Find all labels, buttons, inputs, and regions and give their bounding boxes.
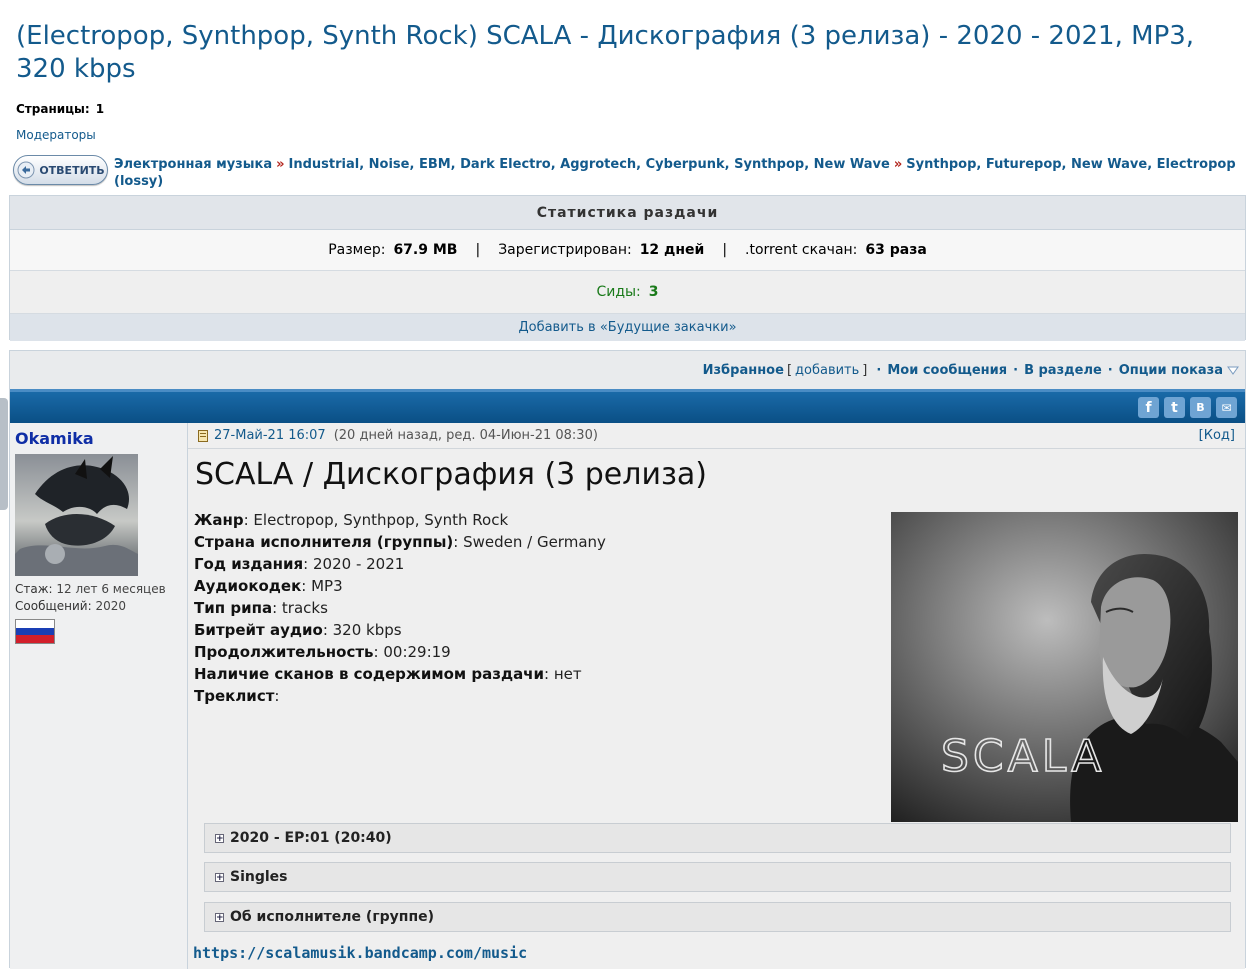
nav-dot: · <box>1107 362 1113 378</box>
my-messages-link[interactable]: Мои сообщения <box>887 363 1007 378</box>
author-username[interactable]: Okamika <box>15 429 94 448</box>
prop-codec: Аудиокодек: MP3 <box>194 577 343 595</box>
spoiler-label: Об исполнителе (группе) <box>230 909 435 925</box>
nav-dot: · <box>1013 362 1019 378</box>
reply-arrow-icon <box>17 161 35 179</box>
downloaded-value: 63 раза <box>865 242 927 258</box>
prop-scans: Наличие сканов в содержимом раздачи: нет <box>194 665 582 683</box>
seeds-value: 3 <box>648 284 659 300</box>
prop-bitrate: Битрейт аудио: 320 kbps <box>194 621 402 639</box>
add-favorite-link[interactable]: добавить <box>795 363 859 378</box>
cover-logo: SCALA <box>940 730 1105 783</box>
release-title: SCALA / Дискография (3 релиза) <box>195 457 707 492</box>
post-date-link[interactable]: 27-Май-21 16:07 <box>214 428 326 443</box>
breadcrumb-separator: » <box>893 157 903 172</box>
pages-indicator: Страницы: 1 <box>16 102 104 116</box>
spoiler-label: Singles <box>230 869 288 885</box>
album-cover-image[interactable]: SCALA <box>891 512 1238 822</box>
page-number[interactable]: 1 <box>96 102 104 116</box>
prop-duration: Продолжительность: 00:29:19 <box>194 643 451 661</box>
post-meta-row: 27-Май-21 16:07 (20 дней назад, ред. 04-… <box>188 423 1245 449</box>
bandcamp-link[interactable]: https://scalamusik.bandcamp.com/music <box>193 944 527 962</box>
stats-divider: | <box>475 242 481 258</box>
post-author-column: Okamika Стаж: 12 лет 6 месяцев Сообщений… <box>10 423 188 969</box>
registered-value: 12 дней <box>639 242 705 258</box>
country-flag-icon <box>15 619 55 644</box>
prop-year: Год издания: 2020 - 2021 <box>194 555 405 573</box>
future-downloads-row: Добавить в «Будущие закачки» <box>10 314 1245 341</box>
view-options-link[interactable]: Опции показа <box>1119 363 1223 378</box>
stats-summary-row: Размер: 67.9 MB | Зарегистрирован: 12 дн… <box>10 230 1245 271</box>
mail-icon[interactable]: ✉ <box>1216 397 1237 418</box>
facebook-icon[interactable]: f <box>1138 397 1159 418</box>
post-toolbar: Избранное [ добавить ] · Мои сообщения ·… <box>10 351 1245 389</box>
tenure-value: 12 лет 6 месяцев <box>56 582 166 596</box>
nav-dot: · <box>876 362 882 378</box>
stats-divider: | <box>722 242 728 258</box>
breadcrumb-item-industrial[interactable]: Industrial, Noise, EBM, Dark Electro, Ag… <box>289 157 890 172</box>
spoiler-ep01[interactable]: + 2020 - EP:01 (20:40) <box>204 823 1231 853</box>
torrent-stats-panel: Статистика раздачи Размер: 67.9 MB | Зар… <box>9 195 1246 341</box>
stats-header: Статистика раздачи <box>10 196 1245 230</box>
registered-label: Зарегистрирован: <box>498 242 632 258</box>
in-section-link[interactable]: В разделе <box>1024 363 1102 378</box>
vk-icon[interactable]: B <box>1190 397 1211 418</box>
prop-tracklist: Треклист: <box>194 687 280 705</box>
prop-rip-type: Тип рипа: tracks <box>194 599 328 617</box>
posts-label: Сообщений: <box>15 599 92 613</box>
seeds-row: Сиды: 3 <box>10 271 1245 314</box>
left-scroll-handle[interactable] <box>0 398 8 510</box>
seeds-label: Сиды: <box>596 284 641 300</box>
moderators-link[interactable]: Модераторы <box>16 128 96 142</box>
expand-plus-icon: + <box>215 912 224 923</box>
author-avatar[interactable] <box>15 454 138 576</box>
chevron-down-icon[interactable] <box>1227 365 1239 375</box>
tenure-label: Стаж: <box>15 582 53 596</box>
reply-button[interactable]: ОТВЕТИТЬ <box>13 155 108 185</box>
topic-title[interactable]: (Electropop, Synthpop, Synth Rock) SCALA… <box>16 20 1242 86</box>
author-posts: Сообщений: 2020 <box>15 599 126 613</box>
breadcrumb-separator: » <box>276 157 285 172</box>
bracket-open: [ <box>786 362 793 378</box>
favorites-link[interactable]: Избранное <box>703 363 784 378</box>
size-value: 67.9 MB <box>393 242 458 258</box>
spoiler-singles[interactable]: + Singles <box>204 862 1231 892</box>
share-buttons: f t B ✉ <box>1133 397 1237 418</box>
downloaded-label: .torrent скачан: <box>745 242 858 258</box>
reply-label: ОТВЕТИТЬ <box>39 163 105 177</box>
bracket-close: ] <box>862 362 868 378</box>
spoiler-about-artist[interactable]: + Об исполнителе (группе) <box>204 902 1231 932</box>
release-properties: Жанр: Electropop, Synthpop, Synth Rock С… <box>194 509 606 707</box>
prop-genre: Жанр: Electropop, Synthpop, Synth Rock <box>194 511 509 529</box>
spoiler-label: 2020 - EP:01 (20:40) <box>230 830 392 846</box>
size-label: Размер: <box>328 242 386 258</box>
twitter-icon[interactable]: t <box>1164 397 1185 418</box>
expand-plus-icon: + <box>215 872 224 883</box>
post-document-icon <box>198 429 208 442</box>
svg-text:SCALA: SCALA <box>941 731 1105 782</box>
prop-country: Страна исполнителя (группы): Sweden / Ge… <box>194 533 606 551</box>
author-tenure: Стаж: 12 лет 6 месяцев <box>15 582 166 596</box>
add-future-downloads-link[interactable]: Добавить в «Будущие закачки» <box>518 320 736 335</box>
code-link[interactable]: [Код] <box>1199 428 1235 443</box>
expand-plus-icon: + <box>215 833 224 844</box>
breadcrumb: Электронная музыка» Industrial, Noise, EB… <box>114 156 1239 190</box>
post-header-bar: f t B ✉ <box>10 389 1245 423</box>
pages-label: Страницы: <box>16 102 90 116</box>
post-age: (20 дней назад, ред. 04-Июн-21 08:30) <box>333 428 598 443</box>
posts-value: 2020 <box>95 599 127 613</box>
breadcrumb-item-electronic[interactable]: Электронная музыка <box>114 157 272 172</box>
